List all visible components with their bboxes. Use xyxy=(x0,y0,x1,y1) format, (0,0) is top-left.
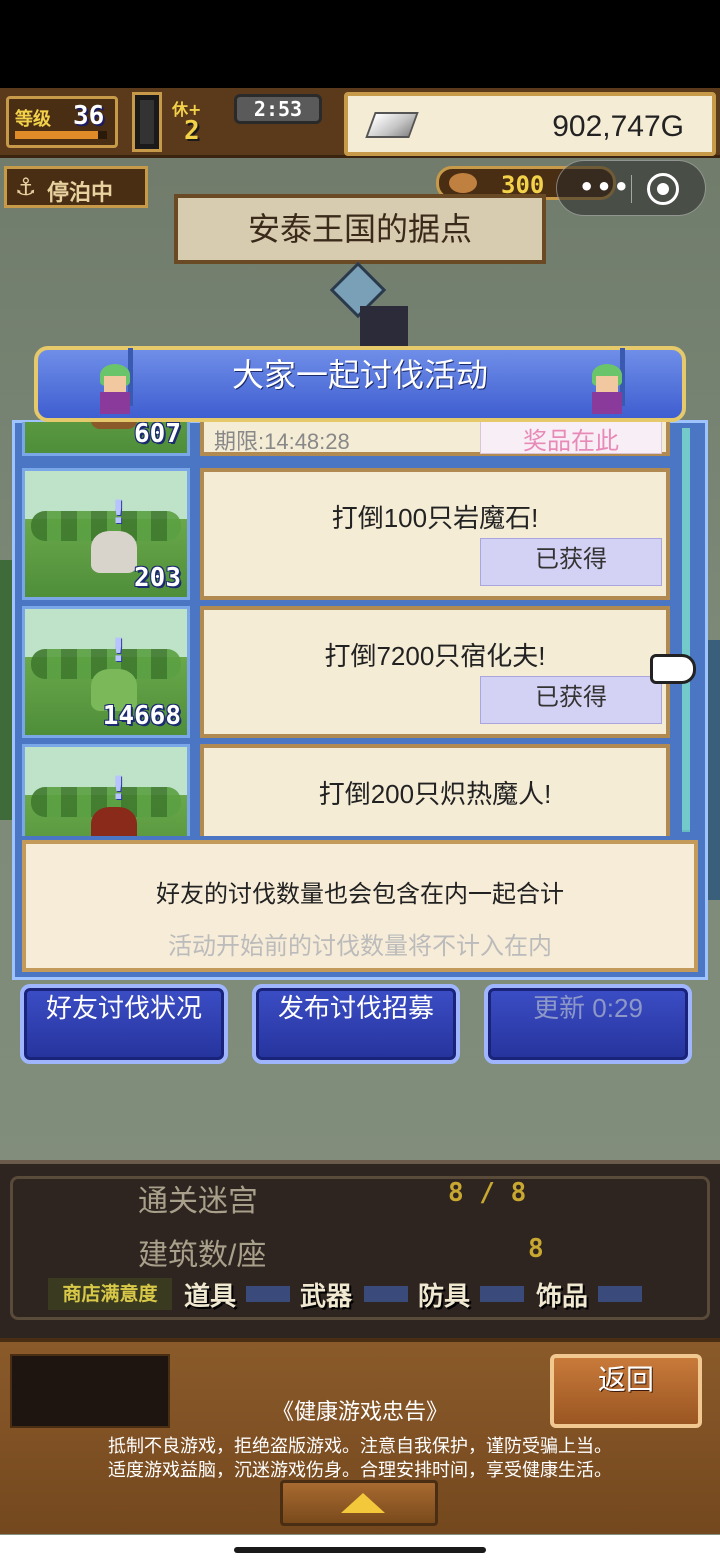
reward-status-badge[interactable]: 已获得 xyxy=(480,676,662,724)
monster-icon xyxy=(91,531,137,573)
stamina-fill xyxy=(140,100,154,144)
home-indicator[interactable] xyxy=(234,1547,486,1553)
dungeon-value: 8 / 8 xyxy=(448,1178,527,1208)
mission-thumbnail: !607 xyxy=(22,422,190,456)
sprite-body xyxy=(360,306,408,350)
mission-list[interactable]: !607期限:14:48:28奖品在此!203打倒100只岩魔石!已获得!146… xyxy=(22,422,674,836)
character-cloth xyxy=(592,392,622,414)
mission-title: 打倒100只岩魔石! xyxy=(331,503,539,533)
monster-icon xyxy=(91,422,137,429)
gold-value: 902,747G xyxy=(552,110,684,143)
friend-status-button[interactable]: 好友讨伐状况 xyxy=(20,984,228,1064)
anchor-icon: ⚓ xyxy=(15,173,37,201)
up-arrow-icon xyxy=(341,1493,385,1513)
category-accessories-bar xyxy=(598,1286,642,1302)
buildings-label: 建筑数/座 xyxy=(138,1239,267,1272)
scrollbar-thumb[interactable] xyxy=(682,428,690,832)
mission-card: 打倒200只炽热魔人! xyxy=(200,744,670,836)
character-face xyxy=(596,376,618,392)
mission-row[interactable]: ! 打倒200只炽热魔人! xyxy=(22,744,674,836)
kill-count: 203 xyxy=(134,563,181,593)
level-panel: 等级 36 xyxy=(6,96,118,148)
silver-ingot-icon xyxy=(365,112,419,138)
ship-status[interactable]: ⚓ 停泊中 xyxy=(4,166,148,208)
location-banner: 安泰王国的据点 xyxy=(174,194,546,264)
level-label: 等级 xyxy=(15,109,51,130)
prize-button[interactable]: 奖品在此 xyxy=(480,422,662,455)
reward-status-badge[interactable]: 已获得 xyxy=(480,538,662,586)
expand-menu-button[interactable] xyxy=(280,1480,438,1526)
mission-thumbnail: ! 14668 xyxy=(22,606,190,738)
status-bar-area xyxy=(0,0,720,88)
pointing-hand-icon xyxy=(650,654,696,684)
health-notice-line1: 抵制不良游戏，拒绝盗版游戏。注意自我保护，谨防受骗上当。 xyxy=(108,1436,612,1456)
capsule-divider xyxy=(631,175,632,203)
rest-bonus-value: 2 xyxy=(184,116,200,146)
category-weapons-bar xyxy=(364,1286,408,1302)
exclamation-icon: ! xyxy=(111,631,126,669)
knight-character-right-icon xyxy=(582,348,638,416)
mission-deadline: 期限:14:48:28 xyxy=(214,429,350,454)
dungeon-label: 通关迷宫 xyxy=(138,1185,258,1218)
population-icon xyxy=(449,173,477,193)
mission-row[interactable]: !607 期限:14:48:28 奖品在此 xyxy=(22,422,674,456)
health-notice-title: 《健康游戏忠告》 xyxy=(271,1399,448,1424)
game-clock: 2:53 xyxy=(234,94,322,124)
event-dialog-header: 大家一起讨伐活动 xyxy=(34,346,686,422)
exclamation-icon: ! xyxy=(111,493,126,531)
category-accessories: 饰品 xyxy=(536,1282,589,1312)
mission-title: 打倒200只炽热魔人! xyxy=(318,779,552,809)
mission-card: 打倒100只岩魔石! 已获得 xyxy=(200,468,670,600)
mission-thumbnail: ! xyxy=(22,744,190,836)
mission-row[interactable]: ! 14668 打倒7200只宿化夫! 已获得 xyxy=(22,606,674,738)
category-armor-bar xyxy=(480,1286,524,1302)
mission-card: 打倒7200只宿化夫! 已获得 xyxy=(200,606,670,738)
post-recruit-button[interactable]: 发布讨伐招募 xyxy=(252,984,460,1064)
ship-status-text: 停泊中 xyxy=(47,181,114,206)
map-building-sprite xyxy=(320,261,410,350)
mission-title: 打倒7200只宿化夫! xyxy=(324,641,546,671)
category-armor: 防具 xyxy=(418,1282,471,1312)
mission-row[interactable]: ! 203 打倒100只岩魔石! 已获得 xyxy=(22,468,674,600)
level-progress-bar xyxy=(15,131,107,139)
rest-bonus: 休+ 2 xyxy=(172,96,232,150)
more-menu-button[interactable]: ••• xyxy=(579,173,631,201)
refresh-button[interactable]: 更新 0:29 xyxy=(484,984,692,1064)
level-progress-fill xyxy=(15,131,98,139)
mission-thumbnail: ! 203 xyxy=(22,468,190,600)
kill-count: 607 xyxy=(134,422,181,449)
satisfaction-label: 商店满意度 xyxy=(48,1278,172,1310)
exclamation-icon: ! xyxy=(111,769,126,807)
mission-card: 期限:14:48:28 奖品在此 xyxy=(200,422,670,456)
info-friends-note: 好友的讨伐数量也会包含在内一起合计 xyxy=(156,881,564,908)
stamina-gauge xyxy=(132,92,162,152)
close-miniprogram-icon[interactable] xyxy=(647,173,679,205)
gold-panel: 902,747G xyxy=(344,92,716,156)
category-items: 道具 xyxy=(184,1282,237,1312)
info-box: 好友的讨伐数量也会包含在内一起合计 活动开始前的讨伐数量将不计入在内 xyxy=(22,840,698,972)
monster-icon xyxy=(91,807,137,836)
level-value: 36 xyxy=(73,101,105,131)
miniprogram-capsule: ••• xyxy=(556,160,706,216)
category-items-bar xyxy=(246,1286,290,1302)
health-notice-line2: 适度游戏益脑，沉迷游戏伤身。合理安排时间，享受健康生活。 xyxy=(108,1460,612,1480)
info-start-note: 活动开始前的讨伐数量将不计入在内 xyxy=(168,933,552,960)
kill-count: 14668 xyxy=(102,701,181,731)
category-weapons: 武器 xyxy=(300,1282,353,1312)
buildings-value: 8 xyxy=(528,1234,544,1264)
